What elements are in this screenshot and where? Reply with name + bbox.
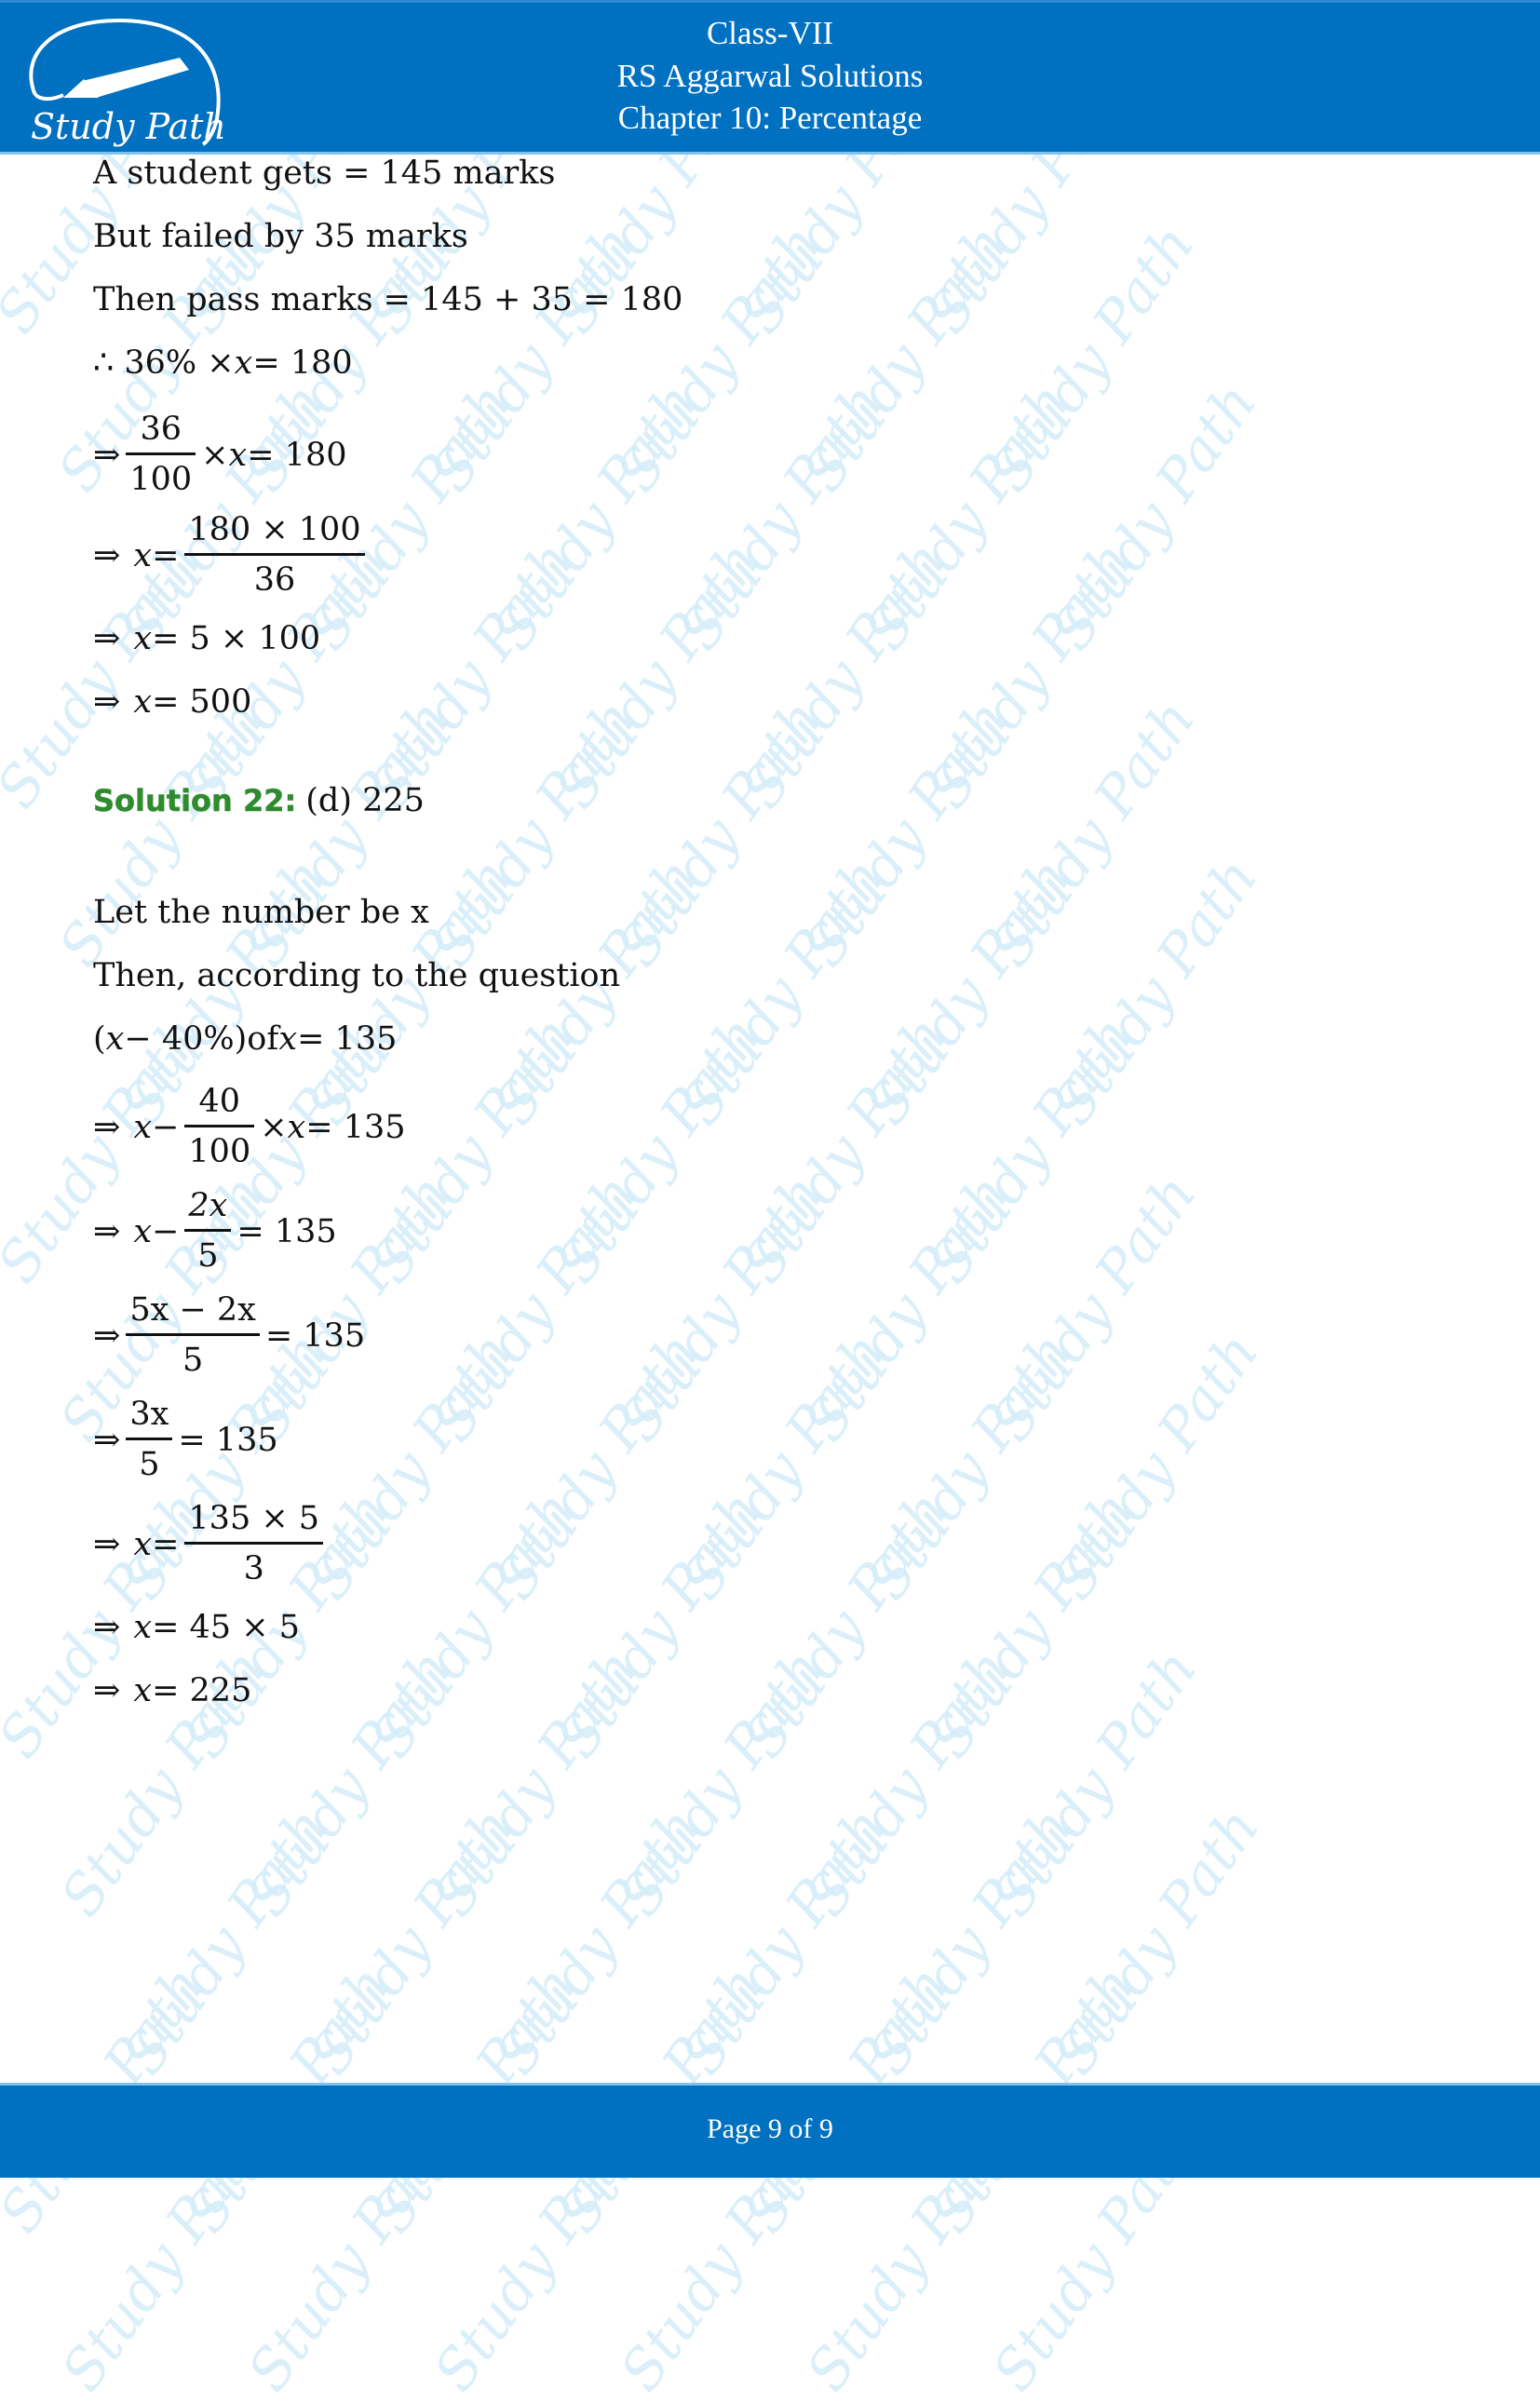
- solution-label: Solution 22:: [93, 783, 297, 819]
- solution-answer: (d) 225: [305, 782, 425, 819]
- math-line: (x − 40%)of x = 135: [93, 1020, 398, 1058]
- watermark-text: Study Path: [728, 530, 960, 820]
- watermark-text: Study Path: [916, 1479, 1148, 1770]
- watermark-text: Study Path: [542, 530, 774, 820]
- text-line: But failed by 35 marks: [93, 218, 468, 255]
- watermark-text: Study Path: [356, 530, 588, 820]
- text-line: A student gets = 145 marks: [93, 155, 556, 192]
- text-line: Let the number be x: [93, 894, 429, 931]
- watermark-text: Study Path: [977, 688, 1209, 979]
- watermark-text: Study Path: [668, 1321, 899, 1612]
- fraction: 135 × 53: [184, 1495, 324, 1593]
- math-line: ⇒ 5x − 2x 5 = 135: [93, 1287, 365, 1384]
- text-line: Then, according to the question: [93, 957, 621, 994]
- watermark-text: Study Path: [853, 846, 1085, 1137]
- watermark-text: Study Path: [296, 1796, 528, 2086]
- book-title: RS Aggarwal Solutions: [616, 57, 924, 94]
- chapter-title: Chapter 10: Percentage: [617, 100, 923, 136]
- watermark-text: Study Path: [482, 1796, 714, 2086]
- watermark-text: Study Path: [358, 1479, 589, 1770]
- watermark-text: Study Path: [915, 1005, 1147, 1295]
- math-line: ⇒ x = 225: [93, 1672, 252, 1709]
- watermark-text: Study Path: [232, 688, 464, 979]
- watermark-text: Study Path: [418, 688, 650, 979]
- watermark-text: Study Path: [792, 1638, 1024, 1928]
- math-line: ⇒ x = 180 × 100 36: [93, 506, 371, 604]
- class-title: Class-VII: [706, 15, 834, 51]
- math-line: ⇒ x = 45 × 5: [93, 1609, 300, 1646]
- text-line: Then pass marks = 145 + 35 = 180: [93, 281, 683, 318]
- math-line: ⇒ 36 100 × x = 180: [93, 406, 346, 504]
- page-footer: Page 9 of 9: [0, 2083, 1540, 2178]
- watermark-text: Study Path: [791, 1163, 1023, 1453]
- math-line: ⇒ x = 5 × 100: [93, 620, 321, 657]
- watermark-text: Study Path: [110, 1796, 342, 2086]
- math-line: ⇒ x = 500: [93, 683, 252, 721]
- watermark-text: Study Path: [1038, 371, 1270, 662]
- fraction: 36 100: [126, 406, 196, 504]
- fraction: 40 100: [184, 1078, 255, 1176]
- watermark-text: Study Path: [234, 1638, 466, 1928]
- math-line: ⇒ x − 2x 5 = 135: [93, 1182, 337, 1280]
- fraction: 2x 5: [184, 1182, 232, 1280]
- page-number: Page 9 of 9: [707, 2113, 833, 2144]
- watermark-text: Study Path: [979, 1638, 1210, 1928]
- watermark-text: Study Path: [854, 1321, 1086, 1612]
- watermark-text: Study Path: [1039, 846, 1271, 1137]
- fraction: 5x − 2x 5: [126, 1287, 260, 1384]
- watermark-text: Study Path: [1041, 1796, 1273, 2086]
- watermark-text: Study Path: [729, 1005, 961, 1295]
- watermark-text: Study Path: [914, 530, 1146, 820]
- watermark-text: Study Path: [976, 213, 1208, 504]
- watermark-text: Study Path: [669, 1796, 900, 2086]
- math-line: ⇒ x − 40 100 × x = 135: [93, 1078, 406, 1176]
- watermark-text: Study Path: [481, 1321, 713, 1612]
- watermark-text: Study Path: [730, 1479, 962, 1770]
- watermark-text: Study Path: [978, 1163, 1209, 1453]
- watermark-text: Study Path: [666, 371, 898, 662]
- watermark-text: Study Path: [1040, 1321, 1272, 1612]
- watermark-text: Study Path: [419, 1163, 651, 1453]
- watermark-text: Study Path: [852, 371, 1084, 662]
- page-header: Study Path Class-VII RS Aggarwal Solutio…: [0, 0, 1540, 152]
- watermark-text: Study Path: [420, 1638, 652, 1928]
- watermark-text: Study Path: [605, 1163, 837, 1453]
- watermark-text: Study Path: [790, 688, 1022, 979]
- watermark-text: Study Path: [790, 213, 1021, 504]
- watermark-text: Study Path: [46, 688, 277, 979]
- watermark-text: Study Path: [480, 371, 711, 662]
- watermark-text: Study Path: [606, 1638, 838, 1928]
- fraction: 3x 5: [126, 1391, 173, 1489]
- watermark-text: Study Path: [667, 846, 898, 1137]
- watermark-text: Study Path: [543, 1005, 775, 1295]
- watermark-text: Study Path: [604, 688, 836, 979]
- watermark-text: Study Path: [855, 1796, 1087, 2086]
- math-line: ∴ 36% × x = 180: [93, 344, 353, 382]
- watermark-text: Study Path: [603, 213, 835, 504]
- math-line: ⇒ 3x 5 = 135: [93, 1391, 278, 1489]
- math-line: ⇒ x = 135 × 53: [93, 1495, 329, 1593]
- solution-heading: Solution 22: (d) 225: [93, 780, 425, 821]
- watermark-text: Study Path: [544, 1479, 776, 1770]
- fraction: 180 × 100 36: [184, 506, 365, 604]
